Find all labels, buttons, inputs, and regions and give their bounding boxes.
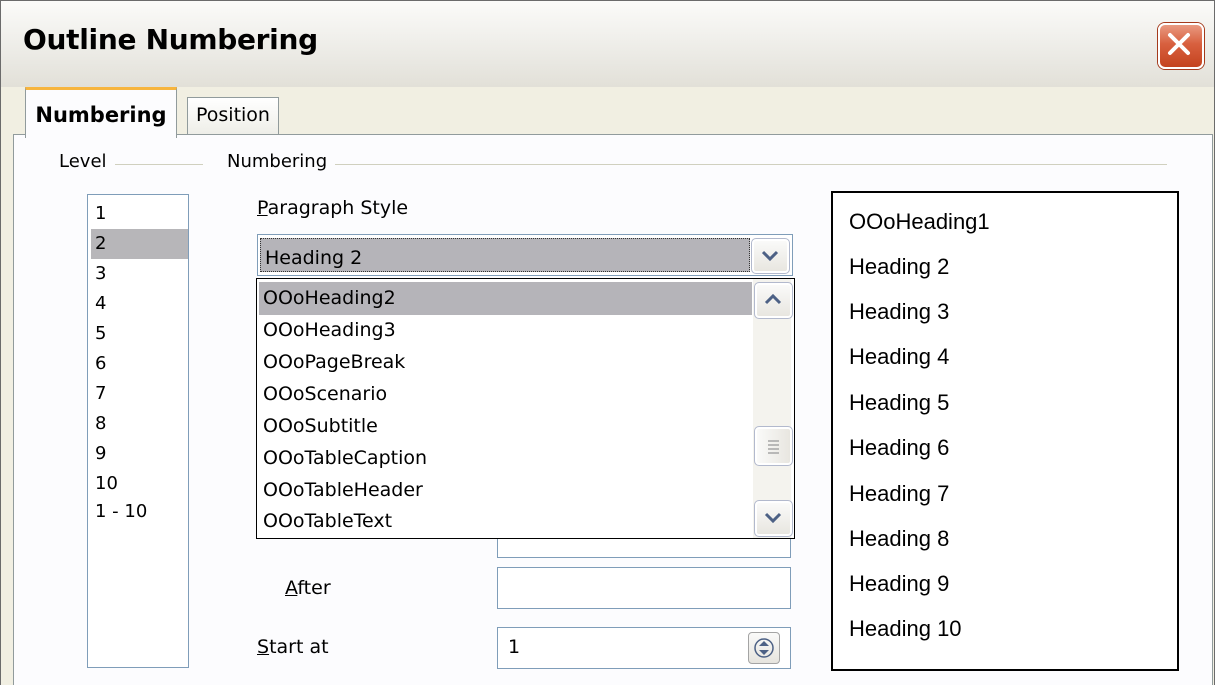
level-item-6[interactable]: 6 [91,349,188,379]
preview-item: Heading 10 [849,616,962,641]
level-item-all[interactable]: 1 - 10 [91,497,188,527]
numbering-group-line [227,164,1167,165]
paragraph-style-value: Heading 2 [260,238,750,272]
preview-item: Heading 4 [849,344,950,369]
paragraph-style-label: Paragraph Style [257,197,409,219]
preview-item: Heading 9 [849,571,950,596]
outline-numbering-dialog: Outline Numbering Numbering Position Lev… [0,0,1215,685]
scroll-thumb[interactable] [754,426,793,467]
numbering-group-label: Numbering [227,151,336,172]
tab-numbering-label: Numbering [35,103,167,127]
dropdown-option[interactable]: OOoTableCaption [259,442,752,475]
preview-item: Heading 3 [849,299,950,324]
level-item-10[interactable]: 10 [91,469,188,499]
scroll-up-button[interactable] [754,282,793,319]
level-item-1[interactable]: 1 [91,199,188,229]
start-at-label: Start at [257,636,329,658]
dropdown-option[interactable]: OOoHeading3 [259,314,752,347]
dropdown-option[interactable]: OOoPageBreak [259,346,752,379]
dropdown-option[interactable]: OOoSubtitle [259,410,752,443]
preview-item: OOoHeading1 [849,209,990,234]
dropdown-option[interactable]: OOoTableText [259,505,752,538]
level-item-9[interactable]: 9 [91,439,188,469]
level-item-7[interactable]: 7 [91,379,188,409]
dropdown-option[interactable]: OOoTableHeader [259,474,752,507]
start-at-value: 1 [508,636,521,658]
start-at-label-text: tart at [269,636,329,658]
dropdown-option[interactable]: OOoScenario [259,378,752,411]
preview-item: Heading 8 [849,526,950,551]
preview-item: Heading 7 [849,481,950,506]
level-listbox[interactable]: 1 2 3 4 5 6 7 8 9 10 1 - 10 [87,194,189,668]
title-bar[interactable]: Outline Numbering [1,1,1214,87]
level-group-label: Level [59,151,115,172]
spin-arrows-icon [749,638,779,667]
grip-icon [757,440,790,467]
start-at-spinner[interactable] [748,632,780,664]
tab-numbering[interactable]: Numbering [25,87,177,138]
preview-item: Heading 5 [849,390,950,415]
numbering-preview: OOoHeading1 Heading 2 Heading 3 Heading … [831,191,1179,671]
dialog-title: Outline Numbering [23,23,318,56]
level-item-3[interactable]: 3 [91,259,188,289]
preview-item: Heading 2 [849,254,950,279]
tab-position[interactable]: Position [187,97,279,134]
level-item-2[interactable]: 2 [91,229,188,259]
paragraph-style-label-text: aragraph Style [267,197,409,219]
level-item-4[interactable]: 4 [91,289,188,319]
paragraph-style-dropdown-list[interactable]: OOoHeading2 OOoHeading3 OOoPageBreak OOo… [256,278,795,539]
tab-position-label: Position [196,104,270,126]
paragraph-style-dropdown-button[interactable] [751,238,790,274]
level-item-5[interactable]: 5 [91,319,188,349]
close-button[interactable] [1158,23,1204,69]
scroll-down-button[interactable] [754,500,793,537]
paragraph-style-combobox[interactable]: Heading 2 [257,234,793,276]
start-at-field[interactable]: 1 [497,627,791,669]
after-field[interactable] [497,567,791,609]
level-item-8[interactable]: 8 [91,409,188,439]
after-label: After [285,577,331,599]
after-label-text: fter [297,577,331,599]
dropdown-scrollbar[interactable] [753,279,793,538]
preview-item: Heading 6 [849,435,950,460]
dropdown-option[interactable]: OOoHeading2 [259,282,752,315]
